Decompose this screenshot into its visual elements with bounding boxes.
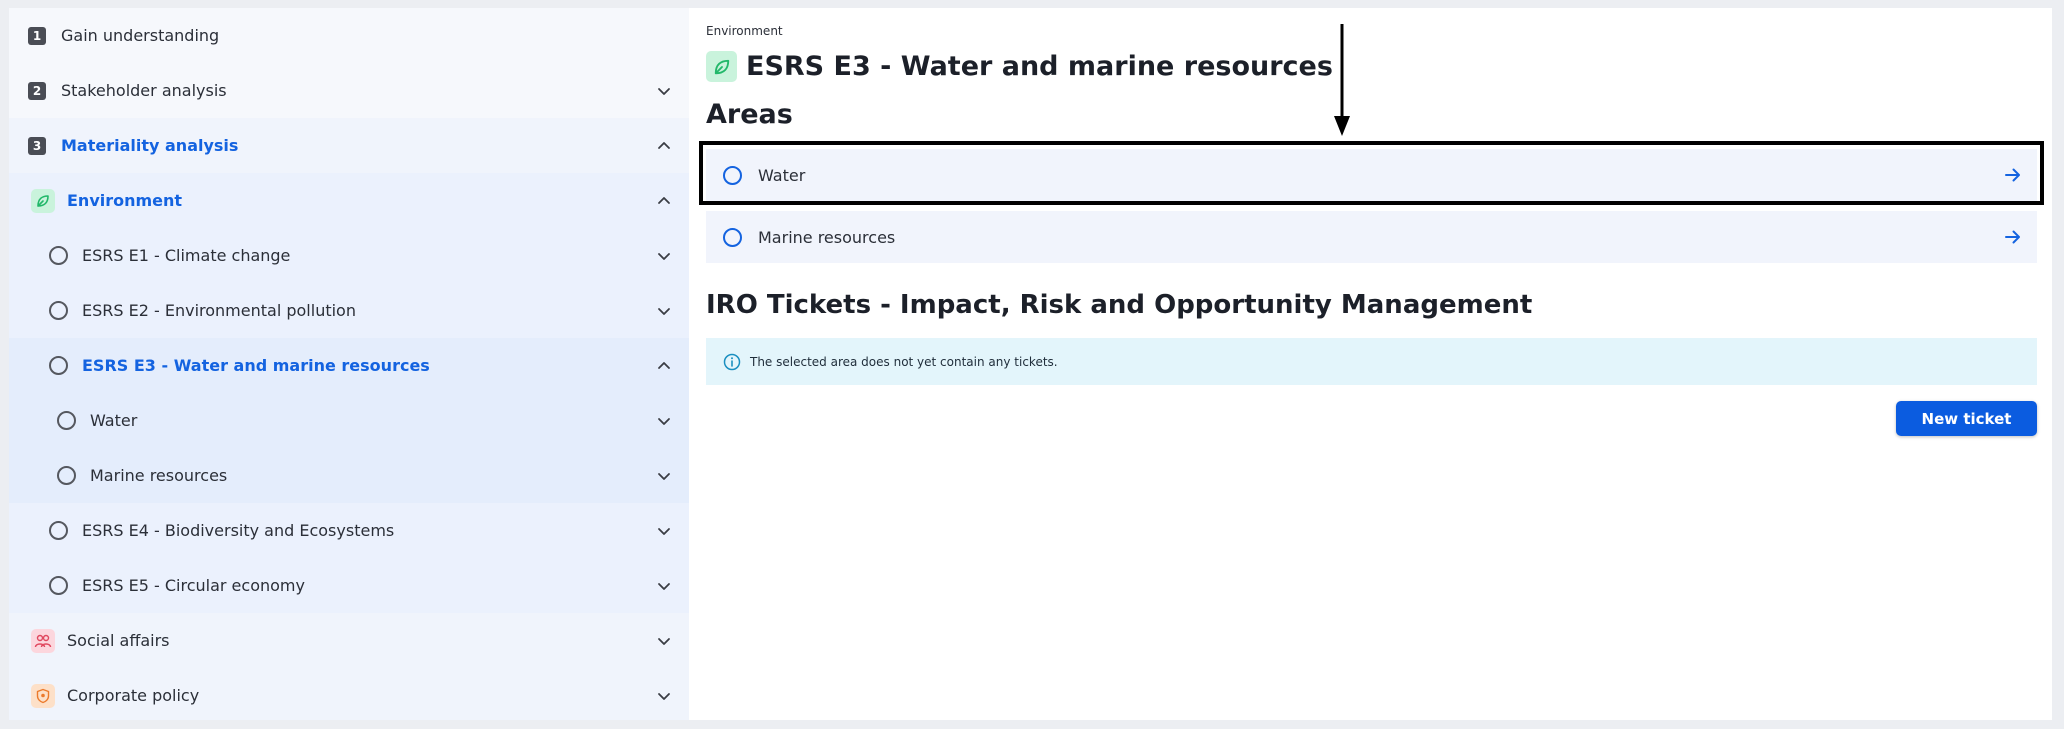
status-circle-icon	[723, 227, 742, 247]
chevron-up-icon[interactable]	[657, 194, 671, 208]
shield-icon	[31, 683, 55, 708]
status-circle-icon	[49, 576, 68, 595]
chevron-up-icon[interactable]	[657, 359, 671, 373]
standard-label: ESRS E2 - Environmental pollution	[82, 301, 356, 320]
step-gain-understanding[interactable]: 1 Gain understanding	[9, 8, 689, 63]
status-circle-icon	[57, 411, 76, 430]
standard-label: ESRS E4 - Biodiversity and Ecosystems	[82, 521, 395, 540]
pointer-arrow-icon	[1334, 24, 1350, 136]
chevron-down-icon[interactable]	[657, 579, 671, 593]
arrow-right-icon[interactable]	[2004, 166, 2022, 184]
standard-label: ESRS E5 - Circular economy	[82, 576, 305, 595]
area-label: Marine resources	[90, 466, 228, 485]
people-icon	[31, 628, 55, 653]
chevron-down-icon[interactable]	[657, 84, 671, 98]
sidebar: 1 Gain understanding 2 Stakeholder analy…	[9, 8, 689, 720]
breadcrumb[interactable]: Environment	[706, 24, 783, 38]
arrow-right-icon[interactable]	[2004, 228, 2022, 246]
chevron-down-icon[interactable]	[657, 689, 671, 703]
page-header: ESRS E3 - Water and marine resources	[706, 51, 1333, 82]
category-label: Corporate policy	[67, 686, 200, 705]
category-corporate-policy[interactable]: Corporate policy	[9, 668, 689, 720]
standard-label: ESRS E1 - Climate change	[82, 246, 291, 265]
area-row-marine-resources[interactable]: Marine resources	[706, 211, 2037, 263]
leaf-icon	[706, 51, 737, 82]
info-message: The selected area does not yet contain a…	[750, 354, 1058, 369]
standard-esrs-e1[interactable]: ESRS E1 - Climate change	[9, 228, 689, 283]
step-number-badge: 3	[28, 136, 46, 155]
status-circle-icon	[57, 466, 76, 485]
area-item-water[interactable]: Water	[9, 393, 689, 448]
page-title: ESRS E3 - Water and marine resources	[746, 51, 1333, 82]
area-label: Water	[90, 411, 138, 430]
area-row-water[interactable]: Water	[706, 149, 2037, 201]
status-circle-icon	[49, 246, 68, 265]
area-label: Marine resources	[758, 227, 896, 247]
standard-label: ESRS E3 - Water and marine resources	[82, 356, 430, 375]
chevron-down-icon[interactable]	[657, 304, 671, 318]
chevron-up-icon[interactable]	[657, 139, 671, 153]
standard-esrs-e2[interactable]: ESRS E2 - Environmental pollution	[9, 283, 689, 338]
status-circle-icon	[723, 165, 742, 185]
chevron-down-icon[interactable]	[657, 634, 671, 648]
chevron-down-icon[interactable]	[657, 524, 671, 538]
main-content: Environment ESRS E3 - Water and marine r…	[689, 8, 2052, 720]
standard-esrs-e5[interactable]: ESRS E5 - Circular economy	[9, 558, 689, 613]
chevron-down-icon[interactable]	[657, 249, 671, 263]
step-stakeholder-analysis[interactable]: 2 Stakeholder analysis	[9, 63, 689, 118]
chevron-down-icon[interactable]	[657, 414, 671, 428]
category-label: Social affairs	[67, 631, 170, 650]
area-item-marine-resources[interactable]: Marine resources	[9, 448, 689, 503]
step-number-badge: 1	[28, 26, 46, 45]
areas-heading: Areas	[706, 99, 793, 130]
standard-esrs-e3[interactable]: ESRS E3 - Water and marine resources	[9, 338, 689, 393]
step-label: Gain understanding	[61, 26, 220, 45]
step-label: Materiality analysis	[61, 136, 239, 155]
category-label: Environment	[67, 191, 183, 210]
step-label: Stakeholder analysis	[61, 81, 227, 100]
leaf-icon	[31, 188, 55, 213]
status-circle-icon	[49, 521, 68, 540]
app-frame: 1 Gain understanding 2 Stakeholder analy…	[9, 8, 2052, 720]
status-circle-icon	[49, 301, 68, 320]
tickets-heading: IRO Tickets - Impact, Risk and Opportuni…	[706, 290, 1533, 320]
standard-esrs-e4[interactable]: ESRS E4 - Biodiversity and Ecosystems	[9, 503, 689, 558]
info-alert: The selected area does not yet contain a…	[706, 338, 2037, 385]
category-social-affairs[interactable]: Social affairs	[9, 613, 689, 668]
area-label: Water	[758, 165, 806, 185]
step-number-badge: 2	[28, 81, 46, 100]
new-ticket-button[interactable]: New ticket	[1896, 401, 2037, 436]
category-environment[interactable]: Environment	[9, 173, 689, 228]
step-materiality-analysis[interactable]: 3 Materiality analysis	[9, 118, 689, 173]
status-circle-icon	[49, 356, 68, 375]
chevron-down-icon[interactable]	[657, 469, 671, 483]
info-icon	[723, 353, 741, 370]
